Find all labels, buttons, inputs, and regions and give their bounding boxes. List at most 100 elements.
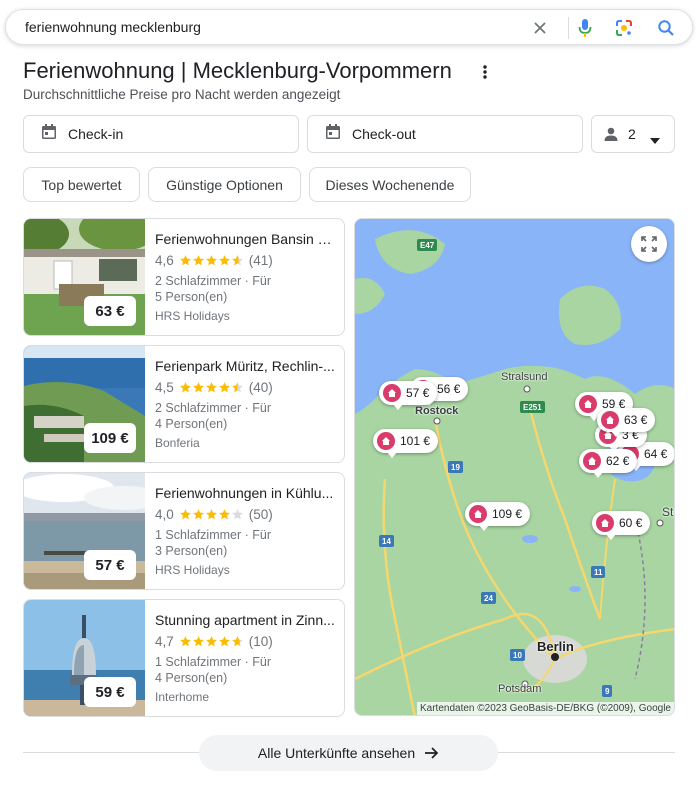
rating-value: 4,6: [155, 252, 174, 268]
view-all-label: Alle Unterkünfte ansehen: [257, 745, 416, 761]
search-input[interactable]: ferienwohnung mecklenburg: [25, 19, 201, 35]
house-icon: [583, 452, 601, 470]
star-icon: [218, 254, 230, 265]
listing-card[interactable]: 59 € Stunning apartment in Zinn... 4,7 (…: [23, 599, 345, 717]
review-count: (41): [248, 252, 273, 268]
search-bar[interactable]: ferienwohnung mecklenburg: [5, 9, 693, 45]
star-rating: [179, 635, 244, 648]
listing-photo: 59 €: [24, 600, 145, 716]
star-icon: [218, 635, 230, 646]
star-icon: [192, 508, 204, 519]
chip-this-weekend[interactable]: Dieses Wochenende: [309, 167, 471, 202]
road-shield: 19: [448, 461, 463, 473]
listing-provider: Interhome: [155, 690, 210, 704]
listing-photo: 109 €: [24, 346, 145, 462]
listing-capacity: 5 Person(en): [155, 290, 228, 304]
road-shield: 10: [510, 649, 525, 661]
pin-price: 60 €: [619, 516, 643, 530]
map-price-pin[interactable]: 109 €: [465, 502, 531, 531]
star-icon: [192, 381, 204, 392]
map-attribution[interactable]: Kartendaten ©2023 GeoBasis-DE/BKG (©2009…: [417, 702, 674, 715]
listing-name[interactable]: Ferienwohnungen Bansin U...: [155, 230, 338, 248]
listing-card[interactable]: 63 € Ferienwohnungen Bansin U... 4,6 (41…: [23, 218, 345, 336]
person-icon: [603, 126, 619, 147]
guests-count: 2: [628, 126, 636, 142]
house-icon: [579, 395, 597, 413]
city-label: Potsdam: [498, 683, 542, 695]
road-shield: 24: [481, 592, 496, 604]
pin-price: 62 €: [606, 454, 630, 468]
dropdown-icon: [650, 131, 660, 149]
chip-top-rated[interactable]: Top bewertet: [23, 167, 140, 202]
pin-price: 109 €: [492, 507, 523, 521]
map-price-pin[interactable]: 60 €: [592, 511, 651, 540]
checkin-field[interactable]: Check-in: [23, 115, 299, 153]
listing-rooms: 2 Schlafzimmer · Für: [155, 401, 271, 415]
search-icon[interactable]: [655, 17, 677, 39]
checkout-label: Check-out: [352, 126, 416, 142]
map-price-pin[interactable]: 101 €: [373, 429, 439, 458]
star-icon: [179, 635, 191, 646]
star-icon: [179, 254, 191, 265]
page-title: Ferienwohnung | Mecklenburg-Vorpommern: [23, 58, 452, 83]
search-divider: [568, 17, 569, 39]
review-count: (10): [248, 633, 273, 649]
expand-icon: [641, 236, 657, 252]
expand-map-button[interactable]: [631, 226, 667, 262]
city-label: Stralsund: [501, 371, 548, 383]
listing-name[interactable]: Ferienwohnungen in Kühlu...: [155, 484, 338, 502]
price-badge: 57 €: [84, 550, 136, 580]
star-icon: [205, 254, 217, 265]
star-rating: [179, 254, 244, 267]
mic-icon[interactable]: [574, 17, 596, 39]
city-label: Stetti: [662, 505, 674, 519]
star-icon: [231, 635, 243, 646]
listing-card[interactable]: 57 € Ferienwohnungen in Kühlu... 4,0 (50…: [23, 472, 345, 590]
star-icon: [205, 381, 217, 392]
house-icon: [469, 505, 487, 523]
clear-icon[interactable]: [529, 17, 551, 39]
house-icon: [601, 411, 619, 429]
price-badge: 63 €: [84, 296, 136, 326]
page-subtitle: Durchschnittliche Preise pro Nacht werde…: [23, 87, 341, 102]
listing-card[interactable]: 109 € Ferienpark Müritz, Rechlin-... 4,5…: [23, 345, 345, 463]
house-icon: [596, 514, 614, 532]
road-shield: 9: [602, 685, 613, 697]
calendar-icon: [324, 123, 342, 146]
road-shield: E251: [520, 401, 545, 413]
map-price-pin[interactable]: 57 €: [379, 381, 438, 410]
lens-icon[interactable]: [613, 17, 635, 39]
road-shield: E47: [417, 239, 438, 251]
pin-price: 64 €: [644, 447, 668, 461]
calendar-icon: [40, 123, 58, 146]
star-icon: [205, 635, 217, 646]
listing-photo: 63 €: [24, 219, 145, 335]
star-icon: [231, 254, 243, 265]
more-vert-icon[interactable]: [476, 62, 494, 82]
listing-name[interactable]: Stunning apartment in Zinn...: [155, 611, 338, 629]
map[interactable]: E47 E251 19 14 24 10 11 9 Stralsund Rost…: [354, 218, 675, 716]
guests-selector[interactable]: 2: [591, 115, 675, 153]
listing-name[interactable]: Ferienpark Müritz, Rechlin-...: [155, 357, 338, 375]
house-icon: [377, 432, 395, 450]
review-count: (40): [248, 379, 273, 395]
star-rating: [179, 508, 244, 521]
map-price-pin[interactable]: 62 €: [579, 449, 638, 478]
pin-price: 57 €: [406, 386, 430, 400]
listing-provider: HRS Holidays: [155, 309, 230, 323]
map-price-pin[interactable]: 63 €: [597, 408, 656, 437]
view-all-accommodations-button[interactable]: Alle Unterkünfte ansehen: [199, 735, 498, 771]
house-icon: [383, 384, 401, 402]
star-icon: [179, 381, 191, 392]
rating-value: 4,5: [155, 379, 174, 395]
star-icon: [192, 635, 204, 646]
price-badge: 109 €: [84, 423, 136, 453]
chip-cheap-options[interactable]: Günstige Optionen: [148, 167, 301, 202]
checkout-field[interactable]: Check-out: [307, 115, 583, 153]
listing-capacity: 4 Person(en): [155, 671, 228, 685]
listing-rooms: 1 Schlafzimmer · Für: [155, 528, 271, 542]
pin-price: 101 €: [400, 434, 431, 448]
pin-price: 56 €: [437, 382, 461, 396]
listing-capacity: 3 Person(en): [155, 544, 228, 558]
checkin-label: Check-in: [68, 126, 124, 142]
